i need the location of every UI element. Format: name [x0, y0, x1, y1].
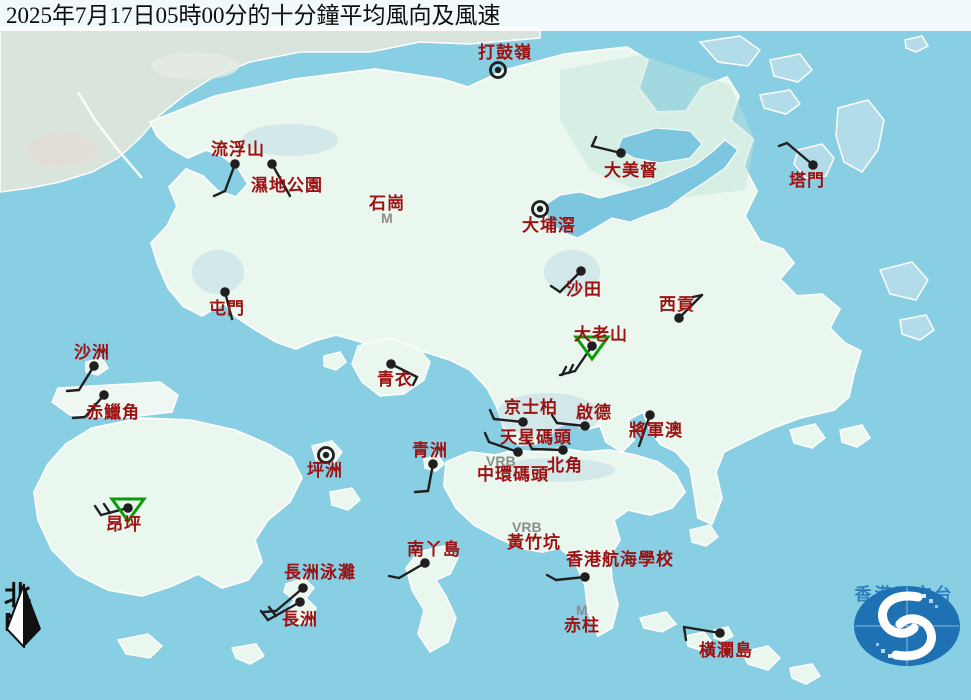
station-label-waglan-island: 橫瀾島 [699, 642, 753, 659]
station-label-north-point: 北角 [547, 457, 583, 474]
station-label-tai-po-kau: 大埔滘 [522, 217, 576, 234]
station-label-tates-cairn: 大老山 [574, 326, 628, 343]
station-label-wetland-park: 濕地公園 [251, 177, 323, 194]
station-label-sha-tin: 沙田 [566, 281, 602, 298]
station-label-tai-mei-tuk: 大美督 [604, 162, 658, 179]
station-label-sha-chau: 沙洲 [74, 344, 110, 361]
map-title: 2025年7月17日05時00分的十分鐘平均風向及風速 [0, 0, 971, 31]
title-bar: 2025年7月17日05時00分的十分鐘平均風向及風速 [0, 0, 971, 31]
north-arrow-icon [2, 582, 46, 648]
station-label-kings-park: 京士柏 [504, 399, 558, 416]
station-label-kai-tak: 啟德 [576, 404, 612, 421]
station-label-lamma-island: 南丫島 [407, 541, 461, 558]
wind-map: 打鼓嶺流浮山濕地公園石崗M大美督塔門大埔滘沙田屯門西貢大老山沙洲青衣赤鱲角京士柏… [0, 0, 971, 700]
station-label-tseung-kwan-o: 將軍澳 [629, 422, 683, 439]
station-label-tap-mun: 塔門 [789, 172, 825, 189]
station-annotation-wong-chuk-hang: VRB [512, 520, 542, 534]
station-label-star-ferry: 天星碼頭 [500, 429, 572, 446]
station-label-ngong-ping: 昂坪 [106, 516, 142, 533]
station-labels-layer: 打鼓嶺流浮山濕地公園石崗M大美督塔門大埔滘沙田屯門西貢大老山沙洲青衣赤鱲角京士柏… [0, 0, 971, 700]
station-label-wong-chuk-hang: 黃竹坑 [507, 534, 561, 551]
hko-logo: 香港天文台 HONG KONG OBSERVATORY [838, 584, 971, 626]
station-label-chek-lap-kok: 赤鱲角 [86, 404, 140, 421]
station-label-hk-sea-school: 香港航海學校 [566, 551, 674, 568]
station-label-peng-chau: 坪洲 [307, 462, 343, 479]
station-label-tsing-yi: 青衣 [377, 371, 413, 388]
hko-logo-icon [838, 584, 971, 668]
station-annotation-central-pier: VRB [486, 454, 516, 468]
station-label-cheung-chau-beach: 長洲泳灘 [284, 564, 356, 581]
station-label-ta-kwu-ling: 打鼓嶺 [478, 44, 532, 61]
station-label-sai-kung: 西貢 [659, 296, 695, 313]
station-label-lau-fau-shan: 流浮山 [211, 141, 265, 158]
station-label-stanley: 赤柱 [564, 617, 600, 634]
station-annotation-shek-kong: M [381, 211, 393, 225]
station-label-tuen-mun: 屯門 [209, 300, 245, 317]
station-label-cheung-chau: 長洲 [282, 611, 318, 628]
north-indicator: 北 N [2, 582, 48, 634]
station-annotation-stanley: M [576, 603, 588, 617]
station-label-green-island: 青洲 [412, 442, 448, 459]
